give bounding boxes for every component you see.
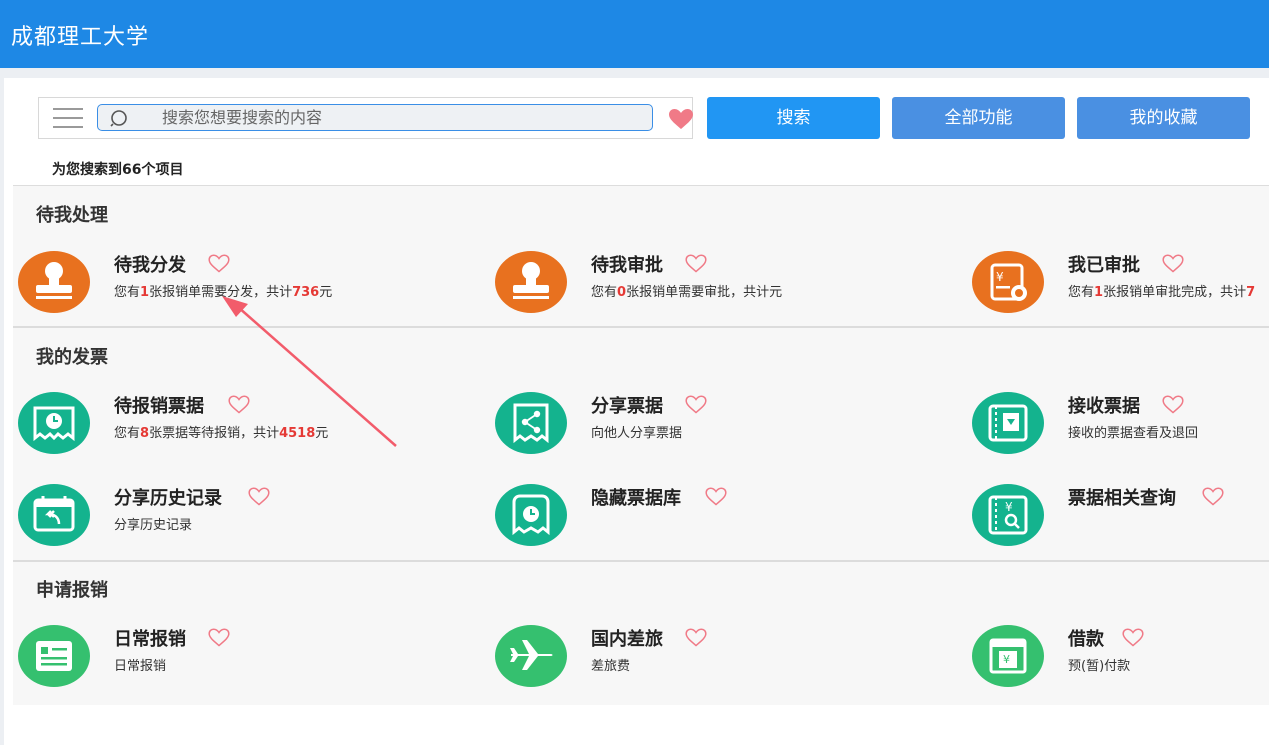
- result-count: 为您搜索到66个项目: [52, 162, 184, 178]
- item-title: 票据相关查询: [1068, 488, 1176, 509]
- loan-icon: ¥: [972, 625, 1044, 687]
- search-button[interactable]: 搜索: [707, 97, 880, 139]
- item-desc: 您有8张票据等待报销，共计4518元: [114, 426, 329, 441]
- item-desc: 差旅费: [591, 659, 631, 674]
- item-desc: 接收的票据查看及退回: [1068, 426, 1199, 441]
- stamp-icon: [495, 251, 567, 313]
- item-pending-receipts[interactable]: 待报销票据 您有8张票据等待报销，共计4518元: [18, 392, 488, 462]
- item-title: 接收票据: [1068, 396, 1140, 417]
- item-title: 分享历史记录: [114, 488, 222, 509]
- item-desc: 您有1张报销单审批完成，共计7: [1068, 285, 1256, 300]
- svg-text:¥: ¥: [996, 270, 1004, 284]
- stamp-icon: [18, 251, 90, 313]
- item-loan[interactable]: ¥ 借款 预(暂)付款: [972, 625, 1269, 695]
- item-title: 国内差旅: [591, 629, 663, 650]
- item-title: 待报销票据: [114, 396, 204, 417]
- search-icon: [110, 110, 127, 127]
- pending-receipt-icon: [18, 392, 90, 454]
- receive-receipt-icon: [972, 392, 1044, 454]
- item-share-receipts[interactable]: 分享票据 向他人分享票据: [495, 392, 965, 462]
- item-title: 隐藏票据库: [591, 488, 681, 509]
- item-desc: 您有1张报销单需要分发，共计736元: [114, 285, 333, 300]
- item-approved[interactable]: ¥ 我已审批 您有1张报销单审批完成，共计7: [972, 251, 1269, 321]
- top-bar: 成都理工大学: [0, 0, 1269, 68]
- item-receipt-query[interactable]: ¥ 票据相关查询: [972, 484, 1269, 554]
- heart-outline-icon[interactable]: [705, 487, 727, 506]
- my-favorites-button[interactable]: 我的收藏: [1077, 97, 1250, 139]
- item-title: 待我分发: [114, 255, 186, 276]
- heart-outline-icon[interactable]: [228, 395, 250, 414]
- item-title: 待我审批: [591, 255, 663, 276]
- item-desc: 分享历史记录: [114, 518, 193, 533]
- item-title: 我已审批: [1068, 255, 1140, 276]
- section-divider: [13, 560, 1269, 562]
- item-title: 分享票据: [591, 396, 663, 417]
- item-domestic-travel[interactable]: 国内差旅 差旅费: [495, 625, 965, 695]
- heart-outline-icon[interactable]: [1162, 254, 1184, 273]
- section-title-reimburse: 申请报销: [36, 580, 108, 601]
- section-title-pending: 待我处理: [36, 205, 108, 226]
- item-hidden-receipts[interactable]: 隐藏票据库: [495, 484, 965, 554]
- app-title: 成都理工大学: [11, 25, 150, 50]
- item-desc: 日常报销: [114, 659, 167, 674]
- heart-outline-icon[interactable]: [685, 254, 707, 273]
- item-desc: 您有0张报销单需要审批，共计元: [591, 285, 783, 300]
- heart-outline-icon[interactable]: [685, 628, 707, 647]
- item-pending-distribute[interactable]: 待我分发 您有1张报销单需要分发，共计736元: [18, 251, 488, 321]
- heart-outline-icon[interactable]: [208, 628, 230, 647]
- svg-text:¥: ¥: [1003, 653, 1010, 666]
- item-title: 借款: [1068, 629, 1104, 650]
- heart-outline-icon[interactable]: [1122, 628, 1144, 647]
- menu-icon[interactable]: [53, 107, 83, 129]
- heart-outline-icon[interactable]: [685, 395, 707, 414]
- search-box: [38, 97, 693, 139]
- hidden-receipt-icon: [495, 484, 567, 546]
- search-field[interactable]: [97, 104, 653, 131]
- share-receipt-icon: [495, 392, 567, 454]
- heart-outline-icon[interactable]: [248, 487, 270, 506]
- search-row: 搜索 全部功能 我的收藏: [38, 97, 1250, 139]
- item-share-history[interactable]: 分享历史记录 分享历史记录: [18, 484, 488, 554]
- item-desc: 向他人分享票据: [591, 426, 683, 441]
- receipt-query-icon: ¥: [972, 484, 1044, 546]
- item-title: 日常报销: [114, 629, 186, 650]
- item-daily-expense[interactable]: 日常报销 日常报销: [18, 625, 488, 695]
- item-receive-receipts[interactable]: 接收票据 接收的票据查看及退回: [972, 392, 1269, 462]
- heart-filled-icon[interactable]: [668, 108, 694, 130]
- search-input[interactable]: [162, 106, 642, 129]
- approved-invoice-icon: ¥: [972, 251, 1044, 313]
- section-title-invoices: 我的发票: [36, 347, 108, 368]
- item-desc: 预(暂)付款: [1068, 659, 1131, 674]
- section-divider: [13, 326, 1269, 328]
- all-functions-button[interactable]: 全部功能: [892, 97, 1065, 139]
- svg-text:¥: ¥: [1005, 500, 1013, 514]
- heart-outline-icon[interactable]: [1162, 395, 1184, 414]
- share-history-icon: [18, 484, 90, 546]
- airplane-icon: [495, 625, 567, 687]
- item-pending-approve[interactable]: 待我审批 您有0张报销单需要审批，共计元: [495, 251, 965, 321]
- heart-outline-icon[interactable]: [1202, 487, 1224, 506]
- heart-outline-icon[interactable]: [208, 254, 230, 273]
- daily-expense-icon: [18, 625, 90, 687]
